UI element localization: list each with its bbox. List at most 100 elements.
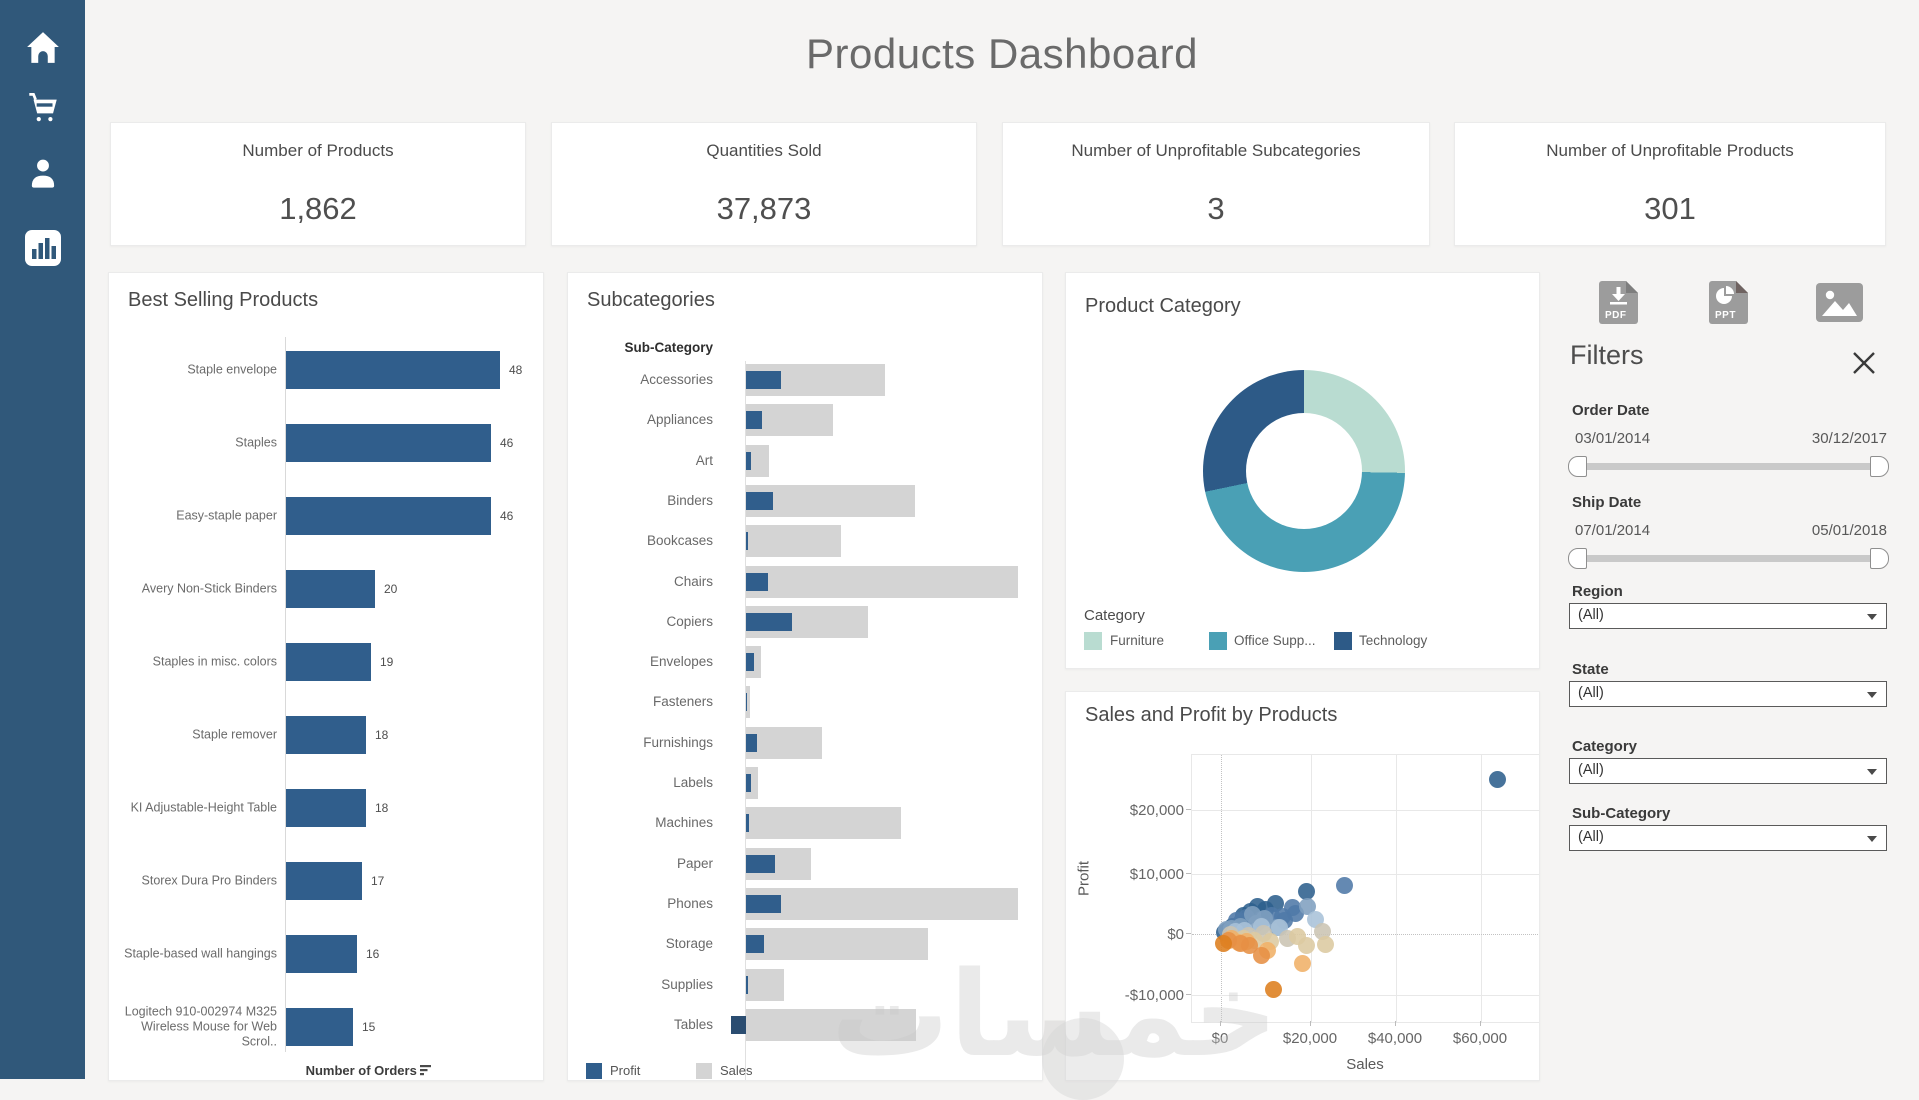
subcategory-label: Art	[695, 452, 713, 468]
kpi-label: Quantities Sold	[706, 141, 822, 160]
pdf-export-icon[interactable]: PDF	[1597, 279, 1641, 330]
scatter-point[interactable]	[1215, 935, 1233, 953]
sales-bar[interactable]	[746, 887, 1018, 920]
profit-bar[interactable]	[746, 411, 762, 430]
sales-profit-scatter-chart: Sales and Profit by Products $20,000 $10…	[1065, 691, 1540, 1081]
slider-handle-start[interactable]	[1568, 548, 1587, 569]
home-icon[interactable]	[0, 30, 85, 71]
bar-value-label: 20	[384, 582, 398, 596]
sales-bar[interactable]	[746, 968, 784, 1001]
subcategory-label: Storage	[665, 936, 713, 952]
profit-bar[interactable]	[746, 572, 768, 591]
profit-bar[interactable]	[746, 975, 748, 994]
bar-chart-icon[interactable]	[0, 228, 85, 273]
profit-bar[interactable]	[746, 491, 773, 510]
order-date-end: 30/12/2017	[1811, 430, 1887, 447]
ship-date-slider[interactable]	[1568, 548, 1889, 569]
technology-legend-label: Technology	[1359, 633, 1428, 648]
scatter-point[interactable]	[1265, 981, 1283, 999]
image-export-icon[interactable]	[1816, 283, 1863, 327]
bar-value-label: 16	[366, 947, 380, 961]
product-bar[interactable]	[286, 789, 366, 827]
profit-bar[interactable]	[746, 653, 754, 672]
profit-bar[interactable]	[746, 612, 792, 631]
sort-icon[interactable]	[420, 1065, 432, 1076]
slider-handle-end[interactable]	[1870, 456, 1889, 477]
slider-handle-end[interactable]	[1870, 548, 1889, 569]
region-dropdown[interactable]: (All)	[1569, 603, 1887, 629]
sales-legend-swatch[interactable]	[696, 1063, 712, 1079]
order-date-slider[interactable]	[1568, 456, 1889, 477]
sales-bar[interactable]	[746, 565, 1018, 598]
tick	[1186, 873, 1191, 874]
scatter-point[interactable]	[1293, 954, 1311, 972]
profit-bar[interactable]	[746, 854, 775, 873]
product-bar[interactable]	[286, 935, 357, 973]
furniture-legend-swatch[interactable]	[1084, 632, 1102, 650]
product-bar[interactable]	[286, 497, 491, 535]
sales-bar[interactable]	[746, 726, 822, 759]
bar-value-label: 46	[500, 436, 514, 450]
product-bar[interactable]	[286, 1008, 353, 1046]
kpi-value: 301	[1644, 191, 1696, 226]
state-value: (All)	[1578, 685, 1604, 701]
profit-bar[interactable]	[746, 894, 781, 913]
filters-title: Filters	[1570, 340, 1644, 370]
user-icon[interactable]	[0, 155, 85, 196]
sales-bar[interactable]	[746, 928, 928, 961]
profit-bar[interactable]	[746, 935, 764, 954]
scatter-point[interactable]	[1288, 927, 1306, 945]
product-bar[interactable]	[286, 643, 371, 681]
product-bar[interactable]	[286, 862, 362, 900]
product-bar[interactable]	[286, 716, 366, 754]
tick	[1395, 1021, 1396, 1026]
scatter-point[interactable]	[1336, 877, 1354, 895]
chevron-down-icon	[1867, 614, 1877, 620]
technology-legend-swatch[interactable]	[1334, 632, 1352, 650]
profit-bar[interactable]	[746, 774, 751, 792]
product-bar[interactable]	[286, 570, 375, 608]
subcategory-label: Sub-Category	[1572, 805, 1671, 822]
product-bar[interactable]	[286, 424, 491, 462]
profit-legend-swatch[interactable]	[586, 1063, 602, 1079]
bar-row: Staples in misc. colors 19	[109, 629, 543, 702]
kpi-label: Number of Products	[242, 141, 394, 160]
profit-bar[interactable]	[746, 693, 747, 712]
profit-bar[interactable]	[746, 814, 749, 833]
bar-value-label: 15	[362, 1020, 376, 1034]
tick	[1186, 994, 1191, 995]
bar-row: KI Adjustable-Height Table 18	[109, 775, 543, 848]
bar-value-label: 17	[371, 874, 385, 888]
pdf-label: PDF	[1605, 310, 1627, 321]
profit-bar[interactable]	[746, 371, 781, 389]
profit-bar[interactable]	[746, 532, 748, 551]
bar-value-label: 18	[375, 728, 389, 742]
sales-bar[interactable]	[746, 525, 841, 558]
profit-bar[interactable]	[731, 1015, 746, 1034]
tick	[1186, 933, 1191, 934]
profit-bar[interactable]	[746, 451, 751, 470]
sales-bar[interactable]	[746, 1008, 916, 1041]
bar-row: Storex Dura Pro Binders 17	[109, 848, 543, 921]
slider-handle-start[interactable]	[1568, 456, 1587, 477]
product-bar[interactable]	[286, 351, 500, 389]
scatter-point[interactable]	[1489, 771, 1507, 789]
bar-value-label: 48	[509, 363, 523, 377]
ship-date-end: 05/01/2018	[1811, 522, 1887, 539]
ppt-export-icon[interactable]: PPT	[1707, 279, 1751, 330]
office-supplies-legend-swatch[interactable]	[1209, 632, 1227, 650]
subcategory-dropdown[interactable]: (All)	[1569, 825, 1887, 851]
dashboard-page: Products Dashboard Number of Products 1,…	[0, 0, 1919, 1100]
scatter-point[interactable]	[1317, 936, 1335, 954]
tick	[1186, 809, 1191, 810]
profit-bar[interactable]	[746, 733, 757, 752]
bar-label: Staples in misc. colors	[152, 654, 277, 669]
furniture-legend-label: Furniture	[1110, 633, 1165, 648]
close-icon[interactable]	[1851, 350, 1877, 381]
category-dropdown[interactable]: (All)	[1569, 758, 1887, 784]
state-dropdown[interactable]: (All)	[1569, 681, 1887, 707]
sales-bar[interactable]	[746, 807, 901, 840]
subcategory-label: Appliances	[646, 412, 713, 428]
tick	[1220, 1021, 1221, 1026]
shopping-cart-icon[interactable]	[0, 88, 85, 131]
